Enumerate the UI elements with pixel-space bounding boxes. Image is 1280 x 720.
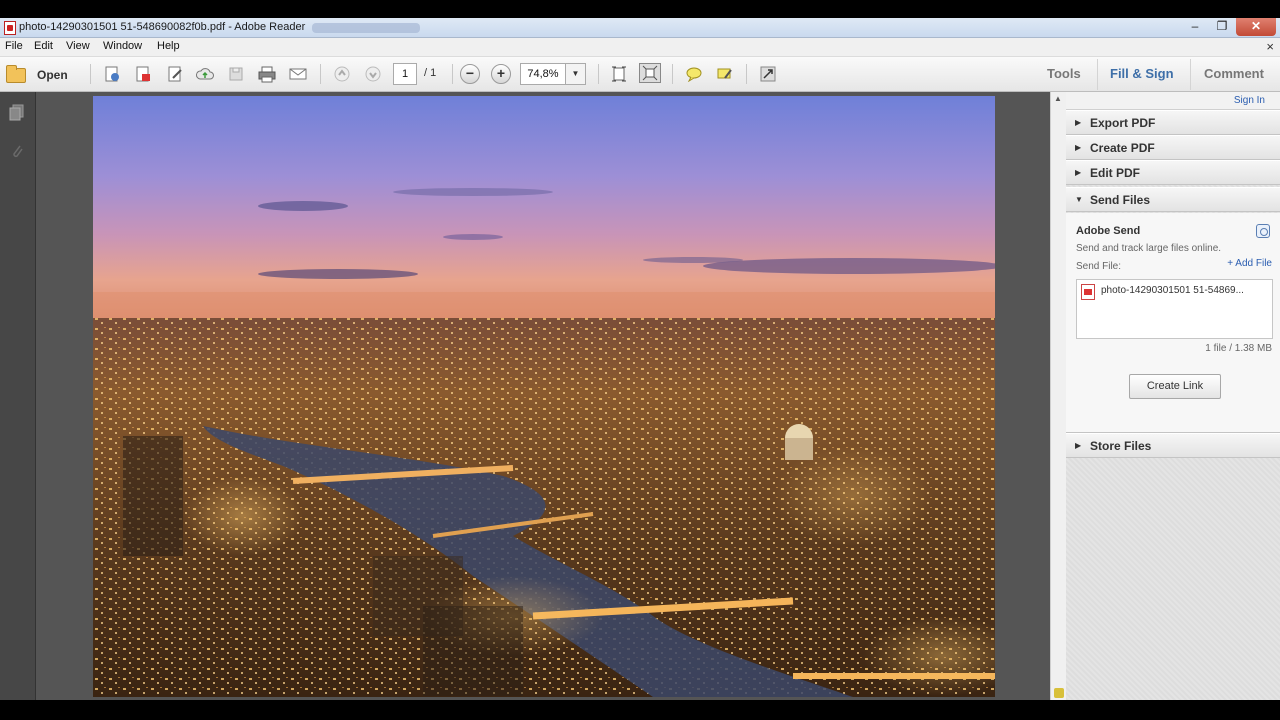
expand-arrow-icon: ▶	[1075, 143, 1082, 152]
file-name[interactable]: photo-14290301501 51-54869...	[1101, 285, 1244, 296]
section-label: Export PDF	[1090, 116, 1156, 130]
sign-in-link[interactable]: Sign In	[1234, 95, 1265, 106]
toolbar-separator	[1097, 59, 1098, 90]
cloud-upload-icon[interactable]	[194, 64, 216, 84]
minimize-button[interactable]: –	[1182, 18, 1208, 36]
toolbar-separator	[90, 64, 91, 84]
highlight-icon[interactable]	[714, 64, 736, 84]
menu-window[interactable]: Window	[103, 40, 142, 52]
pdf-app-icon	[4, 21, 16, 35]
toolbar-separator	[672, 64, 673, 84]
save-icon[interactable]	[225, 64, 247, 84]
sign-in-bar: Sign In	[1066, 92, 1280, 110]
email-icon[interactable]	[287, 64, 309, 84]
folder-icon	[6, 64, 26, 83]
zoom-dropdown-chevron-icon[interactable]: ▼	[566, 63, 586, 85]
edit-icon[interactable]	[164, 64, 186, 84]
screen-top-border	[0, 0, 1280, 18]
blurred-region	[312, 23, 420, 33]
fit-page-icon[interactable]	[608, 64, 630, 84]
section-edit-pdf[interactable]: ▶ Edit PDF	[1066, 160, 1280, 185]
window-controls: – ❐ ✕	[1181, 18, 1276, 38]
menu-bar: File Edit View Window Help ×	[0, 38, 1280, 57]
toolbar-separator	[320, 64, 321, 84]
expand-arrow-icon: ▶	[1075, 168, 1082, 177]
attachment-icon[interactable]	[8, 142, 26, 160]
toolbar-separator	[598, 64, 599, 84]
expand-icon[interactable]	[757, 64, 779, 84]
section-store-files[interactable]: ▶ Store Files	[1066, 433, 1280, 458]
fill-sign-tab[interactable]: Fill & Sign	[1110, 66, 1174, 81]
section-export-pdf[interactable]: ▶ Export PDF	[1066, 110, 1280, 135]
comment-tab[interactable]: Comment	[1204, 66, 1264, 81]
section-send-files[interactable]: ▼ Send Files	[1066, 187, 1280, 212]
adobe-send-description: Send and track large files online.	[1076, 243, 1222, 254]
comment-icon[interactable]	[683, 64, 705, 84]
file-count: 1 file / 1.38 MB	[1205, 343, 1272, 354]
page-number-input[interactable]: 1	[393, 63, 417, 85]
toolbar-separator	[746, 64, 747, 84]
scroll-up-icon[interactable]: ▲	[1054, 94, 1062, 103]
menu-help[interactable]: Help	[157, 40, 180, 52]
section-label: Create PDF	[1090, 141, 1155, 155]
zoom-in-button[interactable]: +	[491, 64, 511, 84]
pdf-file-icon	[1081, 284, 1095, 300]
tools-tab[interactable]: Tools	[1047, 66, 1081, 81]
expand-arrow-icon: ▶	[1075, 118, 1082, 127]
maximize-button[interactable]: ❐	[1209, 18, 1235, 36]
close-button[interactable]: ✕	[1236, 18, 1276, 36]
page-total: / 1	[424, 67, 437, 79]
fullscreen-icon[interactable]	[639, 63, 661, 83]
print-icon[interactable]	[256, 64, 278, 84]
send-file-label: Send File:	[1076, 261, 1122, 272]
toolbar-separator	[452, 64, 453, 84]
zoom-out-button[interactable]: −	[460, 64, 480, 84]
section-label: Edit PDF	[1090, 166, 1140, 180]
window-title: photo-14290301501 51-548690082f0b.pdf - …	[19, 21, 306, 33]
section-label: Send Files	[1090, 193, 1151, 207]
document-close-icon[interactable]: ×	[1266, 39, 1274, 54]
add-file-link[interactable]: + Add File	[1227, 258, 1272, 269]
send-files-body: Adobe Send Send and track large files on…	[1066, 213, 1280, 433]
menu-edit[interactable]: Edit	[34, 40, 53, 52]
next-page-icon[interactable]	[362, 64, 384, 84]
export-icon[interactable]	[132, 64, 154, 84]
vertical-scrollbar[interactable]: ▲	[1050, 92, 1066, 700]
menu-file[interactable]: File	[5, 40, 23, 52]
open-button[interactable]: Open	[6, 64, 76, 86]
create-pdf-icon[interactable]	[101, 64, 123, 84]
open-label: Open	[37, 68, 68, 82]
adobe-send-title: Adobe Send	[1076, 225, 1141, 237]
prev-page-icon[interactable]	[331, 64, 353, 84]
resize-grip-icon[interactable]	[1054, 688, 1064, 698]
navigation-pane	[0, 92, 36, 700]
collapse-arrow-icon: ▼	[1075, 195, 1083, 204]
toolbar-separator	[1190, 59, 1191, 90]
title-bar: photo-14290301501 51-548690082f0b.pdf - …	[0, 18, 1280, 38]
screen-bottom-border	[0, 700, 1280, 720]
section-create-pdf[interactable]: ▶ Create PDF	[1066, 135, 1280, 160]
section-label: Store Files	[1090, 439, 1152, 453]
menu-view[interactable]: View	[66, 40, 90, 52]
send-options-icon[interactable]	[1256, 224, 1270, 238]
create-link-button[interactable]: Create Link	[1129, 374, 1221, 399]
file-list[interactable]: photo-14290301501 51-54869...	[1076, 279, 1273, 339]
expand-arrow-icon: ▶	[1075, 441, 1082, 450]
pages-icon[interactable]	[8, 104, 26, 122]
document-page-photo	[93, 96, 995, 697]
zoom-input[interactable]: 74,8%	[520, 63, 566, 85]
